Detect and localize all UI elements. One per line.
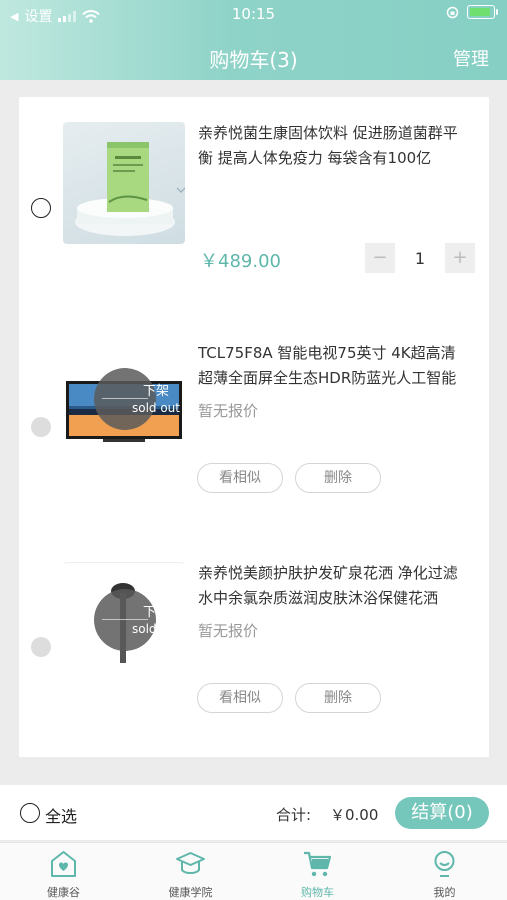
checkout-bar: 全选 合计: ￥0.00 结算(0) xyxy=(0,785,507,840)
manage-button[interactable]: 管理 xyxy=(453,45,489,71)
item-select-radio-disabled xyxy=(31,417,51,437)
quantity-value[interactable]: 1 xyxy=(395,249,445,268)
tab-health-valley[interactable]: 健康谷 xyxy=(0,843,127,900)
sold-out-en: sold out xyxy=(131,622,180,636)
sold-out-divider xyxy=(102,619,148,620)
tab-mine[interactable]: 我的 xyxy=(381,843,507,900)
checkout-button[interactable]: 结算(0) xyxy=(395,797,489,829)
product-price: ￥489.00 xyxy=(200,251,281,272)
tab-cart[interactable]: 购物车 xyxy=(254,843,381,900)
cart-item: 下架 sold out TCL75F8A 智能电视75英寸 4K超高清超薄全面屏… xyxy=(19,317,489,537)
sold-out-divider xyxy=(102,398,148,399)
product-title[interactable]: TCL75F8A 智能电视75英寸 4K超高清超薄全面屏全生态HDR防蓝光人工智… xyxy=(198,341,468,391)
delete-button[interactable]: 删除 xyxy=(295,683,381,713)
status-bar: ◀ 设置 10:15 xyxy=(0,0,507,28)
no-price-label: 暂无报价 xyxy=(198,622,259,640)
view-similar-button[interactable]: 看相似 xyxy=(197,463,283,493)
sold-out-badge: 下架 sold out xyxy=(94,368,180,430)
cart-item: 亲养悦菌生康固体饮料 促进肠道菌群平衡 提高人体免疫力 每袋含有100亿 ￥48… xyxy=(19,97,489,307)
tab-label: 健康学院 xyxy=(168,886,213,899)
item-select-radio-disabled xyxy=(31,637,51,657)
sold-out-cn: 下架 xyxy=(142,384,169,399)
graduation-cap-icon xyxy=(176,852,205,874)
product-title[interactable]: 亲养悦菌生康固体饮料 促进肠道菌群平衡 提高人体免疫力 每袋含有100亿 xyxy=(198,121,468,171)
total-value: ￥0.00 xyxy=(330,806,379,824)
cart-list: 亲养悦菌生康固体饮料 促进肠道菌群平衡 提高人体免疫力 每袋含有100亿 ￥48… xyxy=(19,97,489,757)
select-all-label[interactable]: 全选 xyxy=(45,803,77,827)
select-all-radio[interactable] xyxy=(20,803,40,823)
tab-bar: 健康谷 健康学院 购物车 我的 xyxy=(0,842,507,900)
user-icon xyxy=(434,851,455,877)
sold-out-badge: 下架 sold out xyxy=(94,589,180,651)
cart-item: 下架 sold out 亲养悦美颜护肤护发矿泉花洒 净化过滤水中余氯杂质滋润皮肤… xyxy=(19,537,489,757)
sold-out-cn: 下架 xyxy=(142,605,169,620)
probiotic-box-graphic xyxy=(75,142,185,236)
tab-health-academy[interactable]: 健康学院 xyxy=(127,843,254,900)
tab-label: 我的 xyxy=(433,886,456,899)
sold-out-en: sold out xyxy=(131,401,180,415)
orientation-lock-icon xyxy=(446,6,459,18)
delete-button[interactable]: 删除 xyxy=(295,463,381,493)
quantity-decrease-button[interactable]: − xyxy=(365,243,395,273)
home-heart-icon xyxy=(51,851,76,877)
header: ◀ 设置 10:15 购物车(3) 管理 xyxy=(0,0,507,80)
total-label: 合计: xyxy=(276,806,312,824)
tab-label: 购物车 xyxy=(301,886,334,899)
product-title[interactable]: 亲养悦美颜护肤护发矿泉花洒 净化过滤水中余氯杂质滋润皮肤沐浴保健花洒 xyxy=(198,561,468,611)
product-image-probiotic[interactable] xyxy=(63,122,185,244)
tab-label: 健康谷 xyxy=(47,886,80,899)
cart-icon xyxy=(304,851,332,877)
status-right xyxy=(446,5,498,19)
quantity-stepper: − 1 + xyxy=(365,243,475,273)
page-title: 购物车(3) xyxy=(209,48,298,72)
battery-icon xyxy=(467,5,498,19)
item-select-radio[interactable] xyxy=(31,198,51,218)
status-time: 10:15 xyxy=(231,5,276,23)
quantity-increase-button[interactable]: + xyxy=(445,243,475,273)
no-price-label: 暂无报价 xyxy=(198,402,259,420)
view-similar-button[interactable]: 看相似 xyxy=(197,683,283,713)
